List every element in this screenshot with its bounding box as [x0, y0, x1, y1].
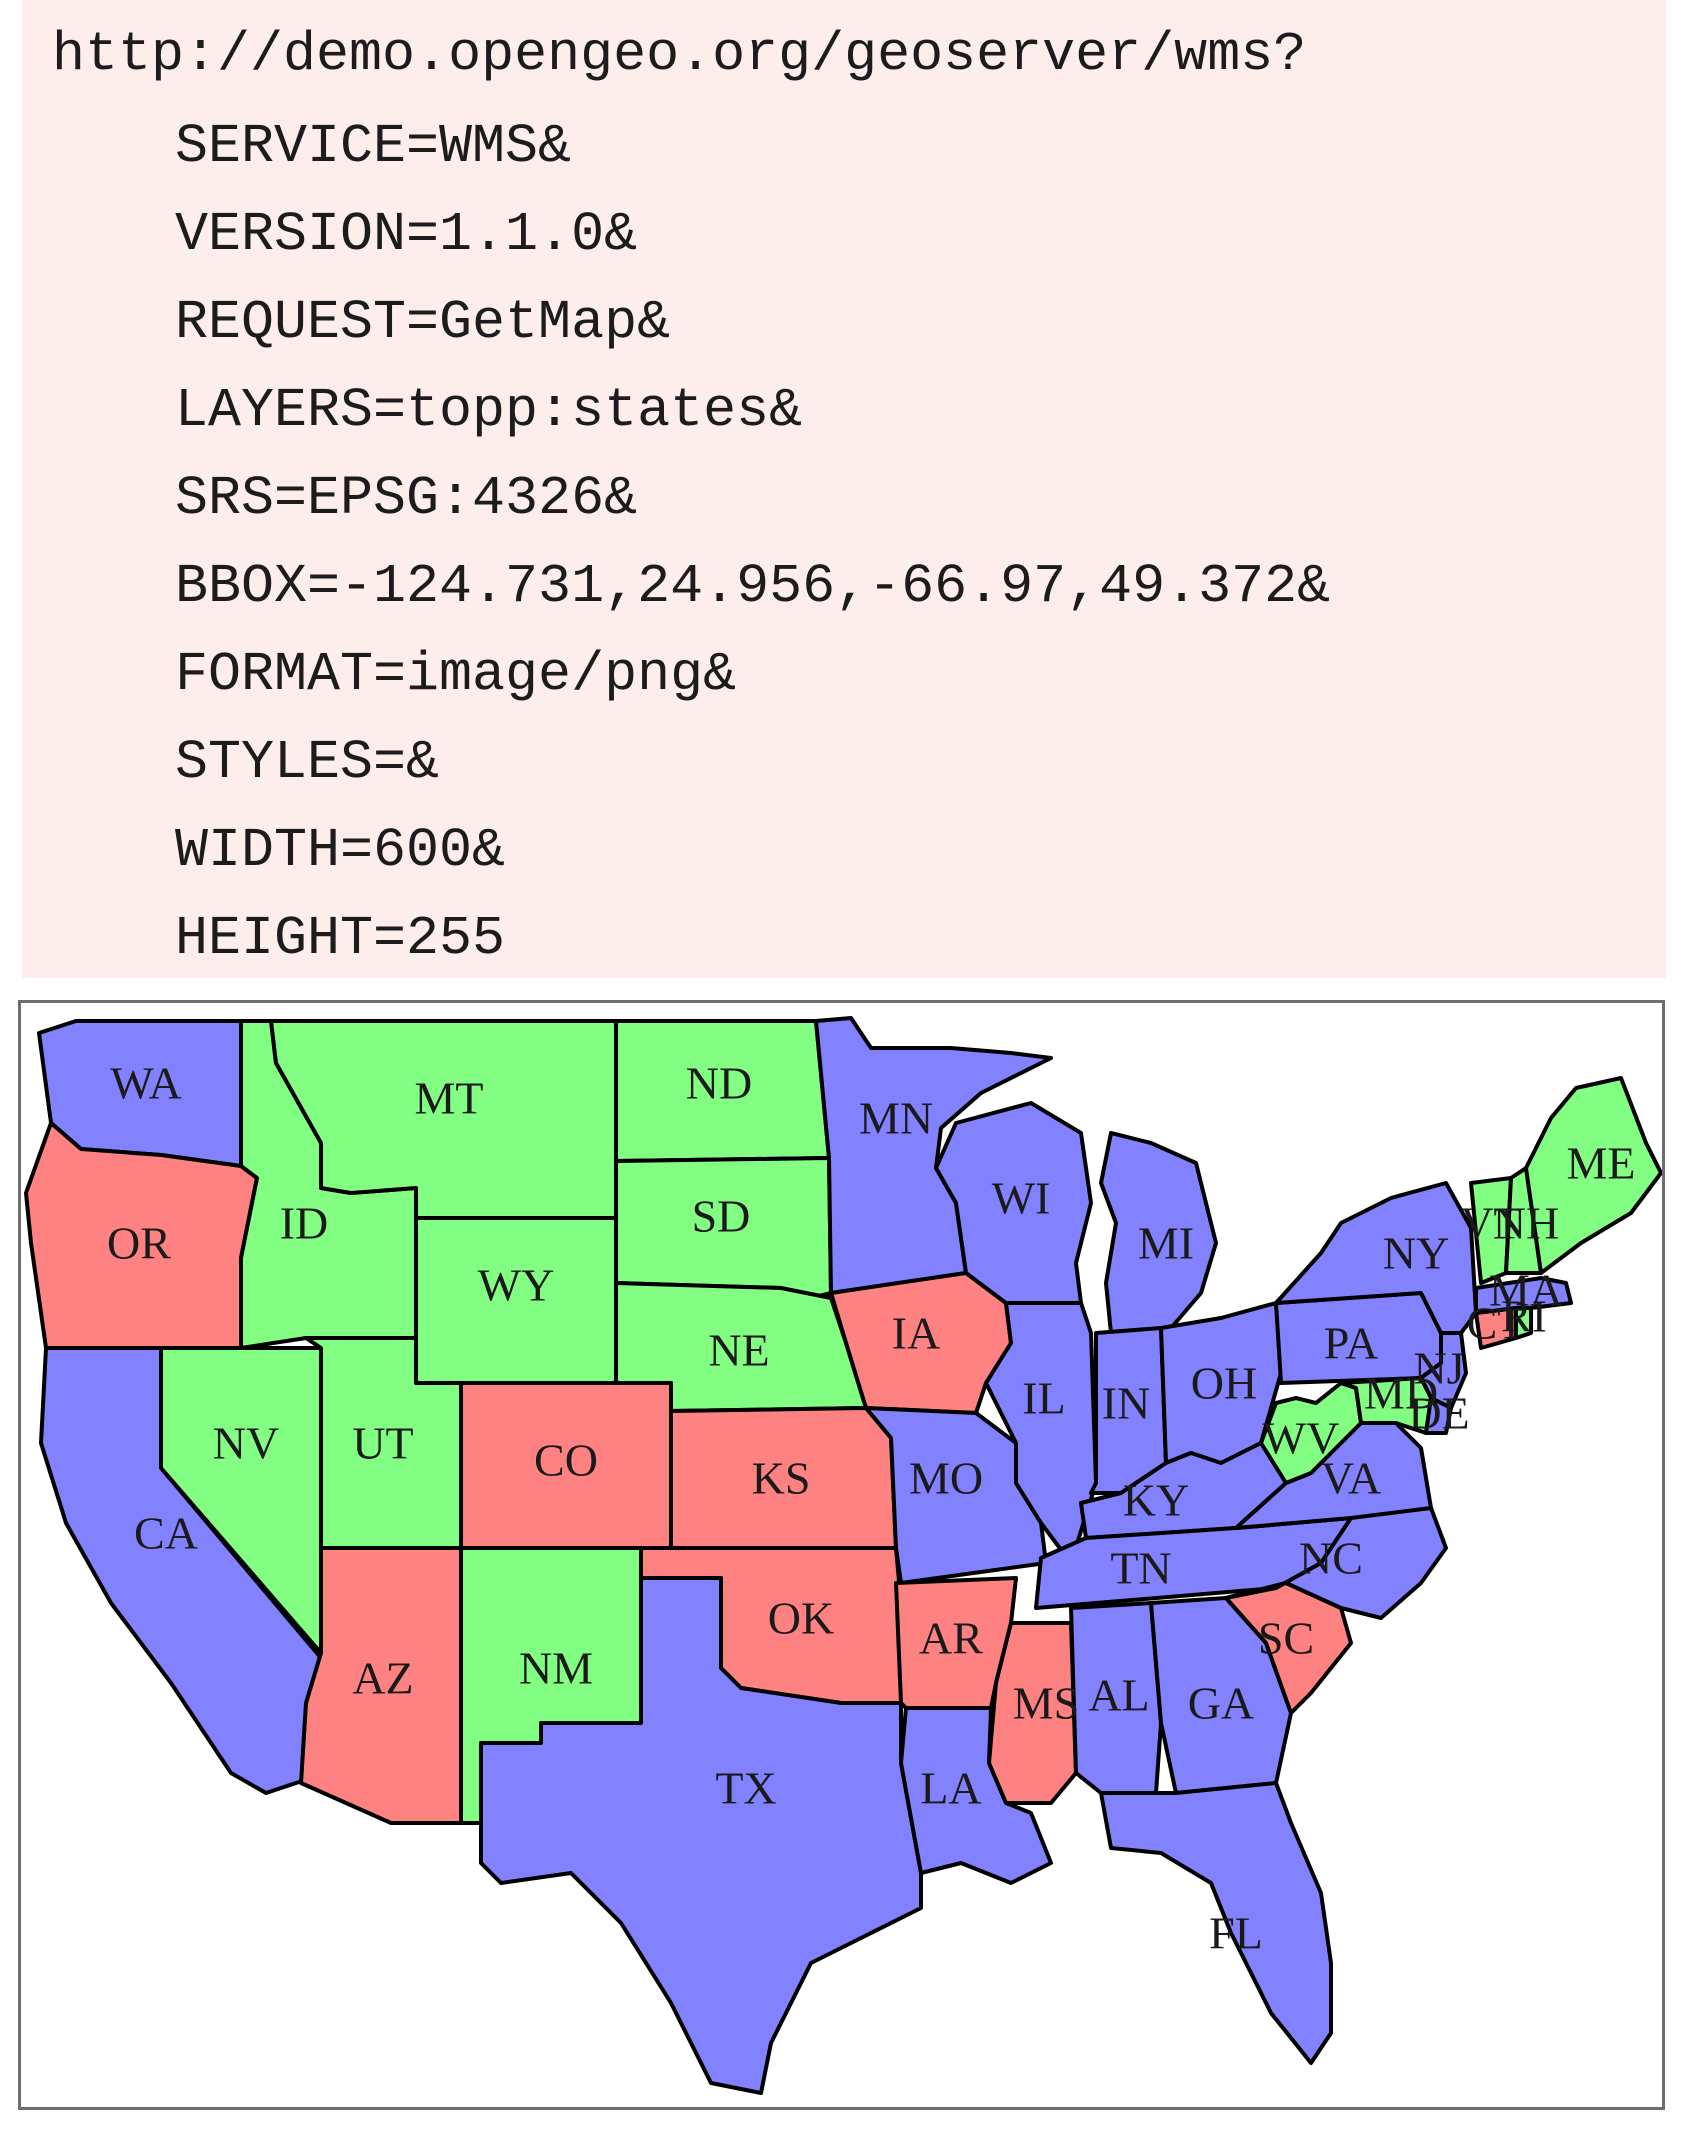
state-label-mn: MN: [859, 1093, 933, 1144]
param-srs: SRS=EPSG:4326&: [175, 467, 638, 530]
state-label-de: DE: [1408, 1388, 1469, 1439]
state-label-ok: OK: [768, 1593, 834, 1644]
state-label-in: IN: [1102, 1378, 1151, 1429]
request-url: http://demo.opengeo.org/geoserver/wms?: [52, 23, 1307, 86]
state-label-nd: ND: [686, 1058, 752, 1109]
param-request: REQUEST=GetMap&: [175, 291, 671, 354]
state-label-mi: MI: [1138, 1218, 1194, 1269]
state-label-sc: SC: [1258, 1613, 1314, 1664]
state-label-az: AZ: [352, 1653, 413, 1704]
state-label-me: ME: [1567, 1138, 1636, 1189]
state-label-nv: NV: [213, 1418, 279, 1469]
state-label-id: ID: [280, 1198, 329, 1249]
state-label-nh: NH: [1493, 1198, 1559, 1249]
param-width: WIDTH=600&: [175, 819, 506, 882]
state-label-fl: FL: [1209, 1908, 1263, 1959]
param-layers: LAYERS=topp:states&: [175, 379, 803, 442]
state-label-ut: UT: [352, 1418, 413, 1469]
param-styles: STYLES=&: [175, 731, 440, 794]
state-label-ar: AR: [919, 1613, 983, 1664]
state-label-co: CO: [534, 1435, 598, 1486]
param-bbox: BBOX=-124.731,24.956,-66.97,49.372&: [175, 555, 1331, 618]
param-service: SERVICE=WMS&: [175, 115, 572, 178]
state-label-al: AL: [1088, 1670, 1149, 1721]
state-label-tx: TX: [715, 1763, 776, 1814]
param-height: HEIGHT=255: [175, 907, 506, 970]
state-label-ky: KY: [1123, 1475, 1189, 1526]
param-format: FORMAT=image/png&: [175, 643, 737, 706]
state-label-mt: MT: [415, 1073, 484, 1124]
param-version: VERSION=1.1.0&: [175, 203, 638, 266]
state-label-ks: KS: [752, 1453, 811, 1504]
map-canvas: WA OR CA ID MT ND SD WY NE NV UT CO KS AZ NM OK TX MN IA MO…: [24, 1016, 1662, 2095]
state-label-or: OR: [107, 1218, 171, 1269]
state-label-wa: WA: [110, 1058, 182, 1109]
state-label-ma: MA: [1489, 1265, 1563, 1316]
state-label-ca: CA: [134, 1508, 198, 1559]
state-label-ny: NY: [1383, 1228, 1449, 1279]
state-label-oh: OH: [1191, 1358, 1257, 1409]
state-label-il: IL: [1022, 1373, 1065, 1424]
state-label-ms: MS: [1013, 1678, 1079, 1729]
state-label-la: LA: [920, 1763, 981, 1814]
state-label-ne: NE: [708, 1325, 769, 1376]
state-label-mo: MO: [909, 1453, 983, 1504]
state-label-nc: NC: [1299, 1533, 1363, 1584]
state-label-pa: PA: [1324, 1318, 1379, 1369]
state-label-nm: NM: [519, 1643, 593, 1694]
state-label-sd: SD: [692, 1191, 751, 1242]
state-label-ia: IA: [892, 1308, 941, 1359]
state-label-wv: WV: [1263, 1413, 1340, 1464]
us-states-map: WA OR CA ID MT ND SD WY NE NV UT CO KS AZ NM OK TX MN IA MO…: [18, 1000, 1665, 2110]
state-label-tn: TN: [1110, 1543, 1171, 1594]
wms-request-code-block: http://demo.opengeo.org/geoserver/wms? S…: [22, 0, 1666, 978]
state-label-wi: WI: [992, 1173, 1051, 1224]
state-label-ga: GA: [1188, 1678, 1254, 1729]
state-label-wy: WY: [478, 1260, 555, 1311]
